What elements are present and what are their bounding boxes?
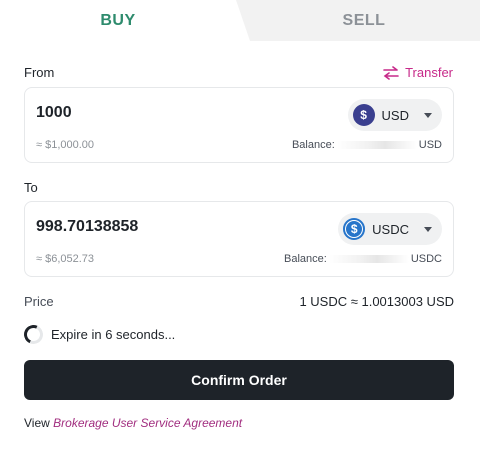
from-balance-currency: USD: [418, 139, 442, 151]
to-approx-value: ≈ $6,052.73: [36, 253, 95, 265]
from-currency-label: USD: [381, 107, 409, 123]
price-value: 1 USDC ≈ 1.0013003 USD: [299, 294, 454, 309]
to-balance-label: Balance:: [284, 253, 327, 265]
from-amount-box: $ USD ≈ $1,000.00 Balance: USD: [24, 87, 454, 163]
confirm-order-button[interactable]: Confirm Order: [24, 360, 454, 400]
expire-text: Expire in 6 seconds...: [51, 327, 176, 342]
to-currency-select[interactable]: $ USDC: [338, 213, 442, 245]
to-balance-currency: USDC: [410, 253, 442, 265]
expire-timer: Expire in 6 seconds...: [21, 322, 176, 347]
agreement-link[interactable]: Brokerage User Service Agreement: [53, 416, 242, 430]
from-amount-input[interactable]: [36, 104, 256, 122]
price-label: Price: [24, 294, 54, 309]
swap-arrows-icon: [383, 65, 399, 80]
chevron-down-icon: [424, 112, 432, 118]
to-amount-input[interactable]: [36, 218, 256, 236]
balance-mask: [336, 141, 417, 149]
from-approx-value: ≈ $1,000.00: [36, 139, 95, 151]
chevron-down-icon: [424, 226, 432, 232]
tab-buy[interactable]: BUY: [0, 0, 236, 41]
to-label: To: [24, 180, 38, 195]
tab-sell[interactable]: SELL: [248, 0, 480, 41]
to-amount-box: $ USDC ≈ $6,052.73 Balance: USDC: [24, 201, 454, 277]
from-balance-label: Balance:: [291, 139, 335, 151]
agreement-line: View Brokerage User Service Agreement: [24, 416, 242, 430]
loading-spinner-icon: [21, 322, 46, 347]
price-row: Price 1 USDC ≈ 1.0013003 USD: [24, 294, 454, 309]
to-currency-label: USDC: [372, 221, 409, 237]
usdc-coin-icon: $: [343, 218, 366, 240]
agreement-prefix: View: [24, 416, 54, 430]
usd-coin-icon: $: [352, 104, 375, 126]
to-balance: Balance: USDC: [284, 253, 442, 265]
from-balance: Balance: USD: [292, 139, 442, 151]
from-currency-select[interactable]: $ USD: [347, 99, 442, 131]
transfer-label: Transfer: [405, 65, 453, 80]
from-label: From: [24, 65, 55, 80]
transfer-button[interactable]: Transfer: [383, 65, 453, 80]
balance-mask: [328, 255, 409, 263]
trade-tabs: BUY SELL: [0, 0, 480, 41]
